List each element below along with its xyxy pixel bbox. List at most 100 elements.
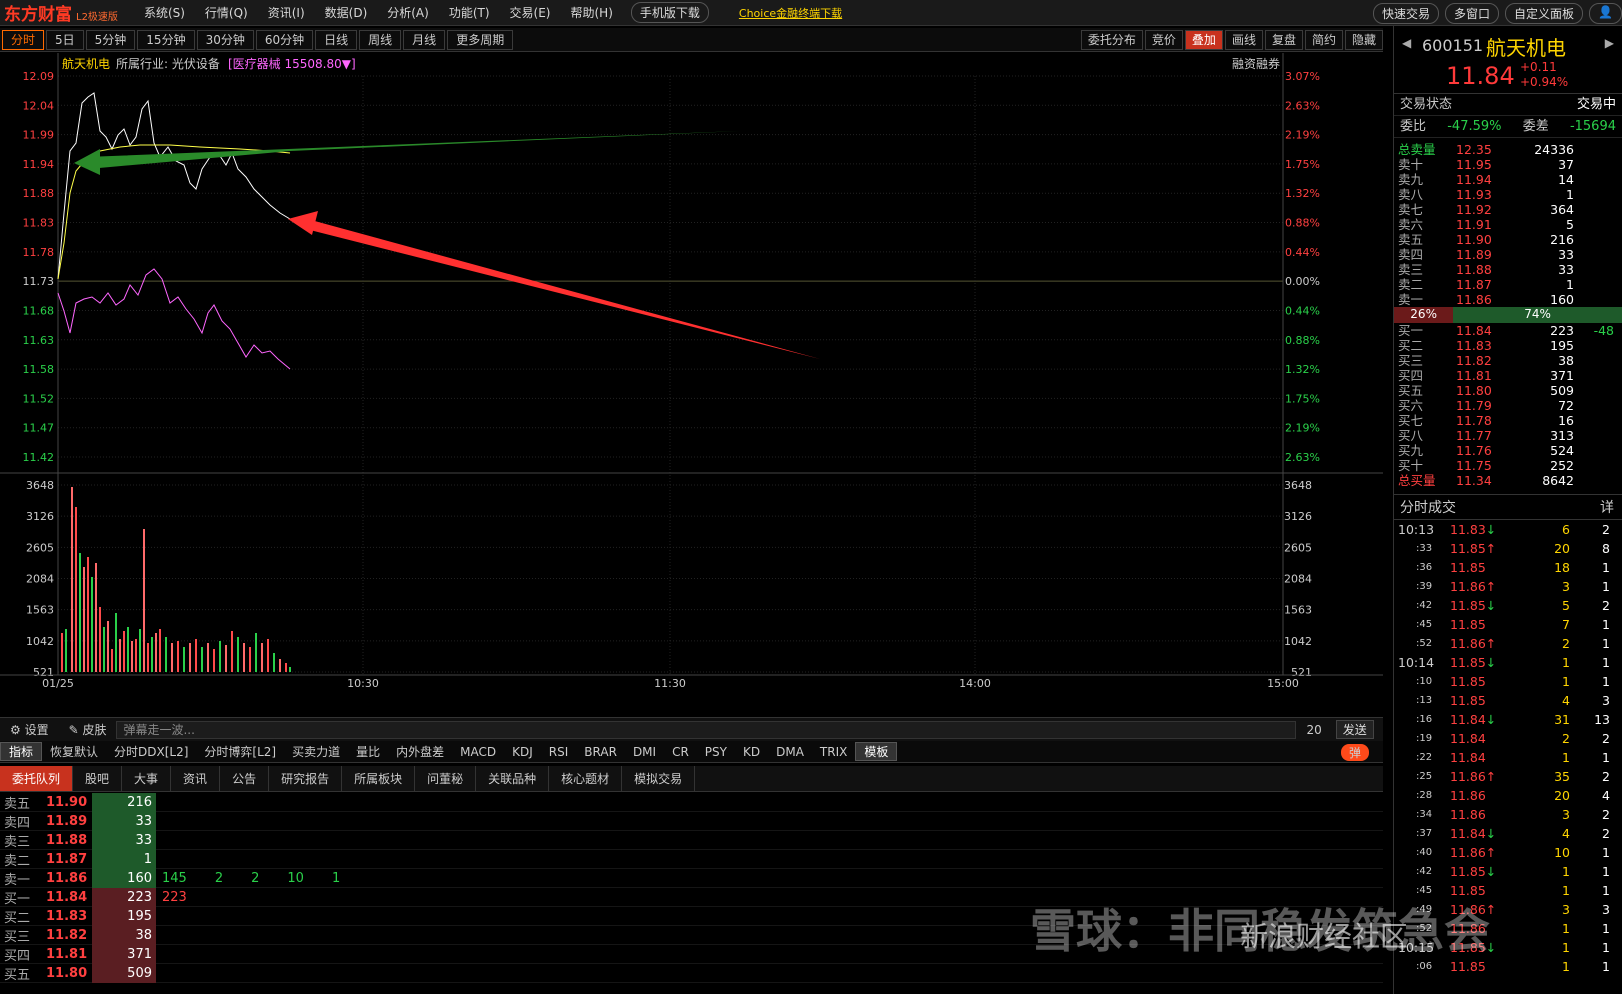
period-tab[interactable]: 5分钟 (85, 29, 136, 50)
menu-item[interactable]: 功能(T) (439, 4, 500, 21)
indicator-tab[interactable]: DMI (625, 745, 664, 759)
book-volume: 1 (1566, 277, 1574, 292)
user-icon[interactable]: 👤 (1589, 3, 1622, 24)
bottom-tab[interactable]: 研究报告 (269, 766, 343, 791)
chart-tool-tab[interactable]: 画线 (1224, 30, 1263, 50)
next-stock-icon[interactable]: ▶ (1605, 36, 1614, 50)
book-row[interactable]: 总卖量 12.35 24336 (1394, 142, 1622, 157)
book-row[interactable]: 卖四 11.89 33 (1394, 247, 1622, 262)
period-tab[interactable]: 30分钟 (196, 29, 254, 50)
book-row[interactable]: 买四 11.81 371 (1394, 368, 1622, 383)
book-row[interactable]: 买九 11.76 524 (1394, 443, 1622, 458)
indicator-tab[interactable]: 分时博弈[L2] (196, 743, 284, 760)
period-tab[interactable]: 60分钟 (255, 29, 314, 50)
indicator-tab[interactable]: 买卖力道 (284, 743, 348, 760)
indicator-tab[interactable]: 量比 (348, 743, 388, 760)
indicator-tab[interactable]: TRIX (812, 745, 855, 759)
ticks-detail-button[interactable]: 详 (1600, 495, 1614, 521)
prev-stock-icon[interactable]: ◀ (1402, 36, 1411, 50)
indicator-tab[interactable]: KD (735, 745, 768, 759)
intraday-chart[interactable]: 12.09 3.07% 12.04 2.63% 11.99 2.19% 11.94 1.75%… (0, 53, 1383, 715)
bottom-tab[interactable]: 模拟交易 (622, 766, 696, 791)
send-button[interactable]: 发送 (1335, 720, 1374, 739)
book-row[interactable]: 买八 11.77 313 (1394, 428, 1622, 443)
period-tab[interactable]: 日线 (315, 29, 358, 50)
indicator-tab[interactable]: 内外盘差 (388, 743, 452, 760)
book-row[interactable]: 买五 11.80 509 (1394, 383, 1622, 398)
tick-price: 11.85 (1450, 691, 1510, 710)
book-row[interactable]: 总买量 11.34 8642 (1394, 473, 1622, 488)
menu-item[interactable]: 交易(E) (500, 4, 561, 21)
bottom-tab[interactable]: 股吧 (73, 766, 123, 791)
bottom-tab[interactable]: 公告 (220, 766, 270, 791)
book-row[interactable]: 卖二 11.87 1 (1394, 277, 1622, 292)
custom-panel-button[interactable]: 自定义面板 (1505, 3, 1584, 24)
bottom-tab[interactable]: 核心题材 (549, 766, 623, 791)
indicator-tab[interactable]: DMA (768, 745, 812, 759)
book-row[interactable]: 卖六 11.91 5 (1394, 217, 1622, 232)
menu-item[interactable]: 系统(S) (134, 4, 195, 21)
book-row[interactable]: 买十 11.75 252 (1394, 458, 1622, 473)
book-row[interactable]: 卖十 11.95 37 (1394, 157, 1622, 172)
indicator-tab[interactable]: PSY (697, 745, 735, 759)
tick-price: 11.84↓ (1450, 824, 1510, 843)
book-row[interactable]: 买一 11.84 223 -48 (1394, 323, 1622, 338)
book-row[interactable]: 卖九 11.94 14 (1394, 172, 1622, 187)
bottom-tab[interactable]: 委托队列 (0, 766, 74, 791)
book-row[interactable]: 买七 11.78 16 (1394, 413, 1622, 428)
danmu-input[interactable]: 弹幕走一波... (116, 720, 1297, 739)
book-row[interactable]: 卖八 11.93 1 (1394, 187, 1622, 202)
period-tab[interactable]: 月线 (403, 29, 446, 50)
danmu-toggle[interactable]: 弹 (1340, 744, 1369, 761)
tick-price: 11.84↓ (1450, 710, 1510, 729)
book-row[interactable]: 卖五 11.90 216 (1394, 232, 1622, 247)
period-tab[interactable]: 更多周期 (447, 29, 514, 50)
indicator-tab[interactable]: 指标 (0, 742, 43, 761)
indicator-tab[interactable]: MACD (452, 745, 504, 759)
fast-trade-button[interactable]: 快速交易 (1373, 3, 1440, 24)
chart-svg[interactable]: 12.09 3.07% 12.04 2.63% 11.99 2.19% 11.94 1.75%… (0, 53, 1383, 715)
book-row[interactable]: 买二 11.83 195 (1394, 338, 1622, 353)
indicator-tab[interactable]: 恢复默认 (42, 743, 106, 760)
period-tab[interactable]: 周线 (359, 29, 402, 50)
indicator-tab[interactable]: BRAR (576, 745, 625, 759)
bottom-tab[interactable]: 问董秘 (415, 766, 477, 791)
indicator-tab[interactable]: RSI (541, 745, 577, 759)
book-row[interactable]: 卖七 11.92 364 (1394, 202, 1622, 217)
skin-button[interactable]: ✎ 皮肤 (59, 721, 117, 738)
bottom-tab[interactable]: 大事 (122, 766, 172, 791)
menu-item[interactable]: 资讯(I) (258, 4, 315, 21)
tick-count: 3 (1602, 693, 1610, 708)
bottom-tab[interactable]: 关联品种 (476, 766, 550, 791)
chart-tool-tab[interactable]: 叠加 (1184, 30, 1223, 50)
indicator-tab[interactable]: 模板 (855, 742, 898, 761)
book-row[interactable]: 卖一 11.86 160 (1394, 292, 1622, 307)
indicator-tab[interactable]: 分时DDX[L2] (106, 743, 196, 760)
menu-item[interactable]: 行情(Q) (195, 4, 258, 21)
chart-tool-tab[interactable]: 隐藏 (1344, 30, 1383, 50)
book-row[interactable]: 买六 11.79 72 (1394, 398, 1622, 413)
choice-download-link[interactable]: Choice金融终端下载 (739, 5, 842, 21)
chart-tool-tab[interactable]: 简约 (1304, 30, 1343, 50)
period-tab[interactable]: 分时 (2, 29, 45, 50)
chart-tool-tab[interactable]: 竞价 (1144, 30, 1183, 50)
chart-tool-tab[interactable]: 复盘 (1264, 30, 1303, 50)
period-tab[interactable]: 15分钟 (137, 29, 195, 50)
chart-index: [医疗器械 15508.80▼] (228, 56, 356, 71)
chart-tool-tab[interactable]: 委托分布 (1080, 30, 1143, 50)
multi-window-button[interactable]: 多窗口 (1445, 3, 1500, 24)
menu-item[interactable]: 帮助(H) (560, 4, 622, 21)
bottom-tab[interactable]: 所属板块 (342, 766, 416, 791)
mobile-download-button[interactable]: 手机版下载 (630, 2, 709, 23)
indicator-tab[interactable]: CR (664, 745, 697, 759)
volume-tick-label: 3648 (26, 479, 54, 492)
indicator-row: 指标 恢复默认 分时DDX[L2] 分时博弈[L2] 买卖力道 量比 内外盘差 MACD KDJ… (0, 741, 1383, 763)
book-row[interactable]: 卖三 11.88 33 (1394, 262, 1622, 277)
menu-item[interactable]: 数据(D) (315, 4, 378, 21)
period-tab[interactable]: 5日 (46, 29, 84, 50)
indicator-tab[interactable]: KDJ (504, 745, 541, 759)
menu-item[interactable]: 分析(A) (377, 4, 439, 21)
book-row[interactable]: 买三 11.82 38 (1394, 353, 1622, 368)
settings-button[interactable]: ⚙ 设置 (0, 721, 59, 738)
bottom-tab[interactable]: 资讯 (171, 766, 221, 791)
